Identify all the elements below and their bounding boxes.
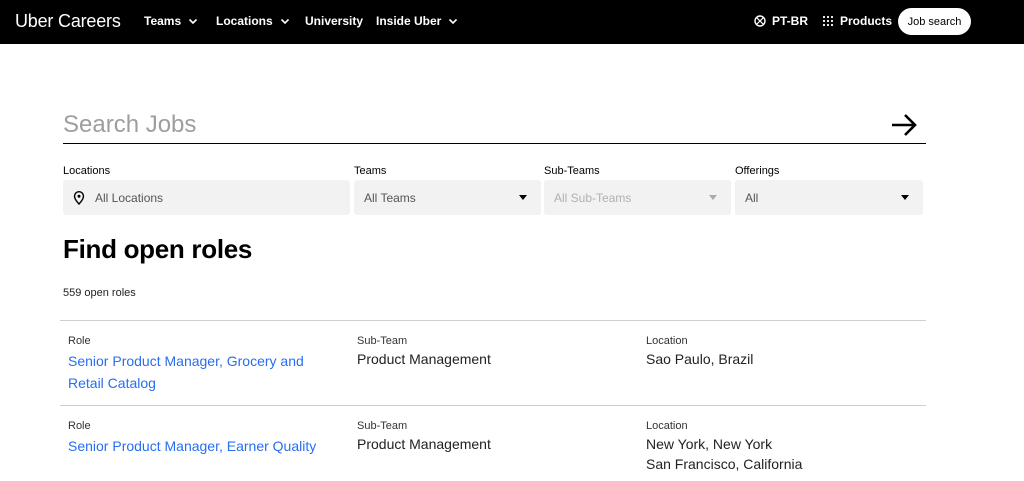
products-label: Products [840, 14, 893, 28]
locations-filter-label: Locations [63, 165, 111, 177]
nav-university-label: University [305, 14, 364, 28]
globe-icon [754, 15, 766, 27]
chevron-down-icon [280, 18, 289, 25]
subteam-header: Sub-Team [357, 335, 408, 347]
page-title: Find open roles [63, 234, 253, 264]
nav-locations-label: Locations [216, 14, 273, 28]
caret-down-icon [901, 195, 909, 200]
subteam-cell: Product Management [357, 436, 491, 452]
language-selector[interactable]: PT-BR [754, 14, 808, 28]
nav-inside-uber[interactable]: Inside Uber [376, 14, 459, 28]
caret-down-icon [709, 195, 717, 200]
subteam-header: Sub-Team [357, 420, 408, 432]
nav-teams[interactable]: Teams [144, 14, 199, 28]
role-header: Role [68, 335, 91, 347]
nav-locations[interactable]: Locations [216, 14, 291, 28]
location-header: Location [646, 420, 688, 432]
subteams-filter-value: All Sub-Teams [554, 190, 632, 205]
location-cell: New York, New York [646, 436, 773, 452]
location-cell: San Francisco, California [646, 456, 803, 472]
chevron-down-icon [449, 18, 458, 25]
nav-university[interactable]: University [305, 14, 363, 28]
locations-filter-value: All Locations [95, 190, 164, 205]
products-menu[interactable]: Products [822, 14, 892, 28]
location-pin-icon [73, 190, 85, 205]
open-roles-count: 559 open roles [63, 287, 136, 299]
subteam-cell: Product Management [357, 351, 491, 367]
role-link[interactable]: Senior Product Manager, Earner Quality [68, 435, 328, 457]
chevron-down-icon [189, 18, 198, 25]
brand-logo[interactable]: Uber Careers [15, 11, 121, 32]
top-nav: Uber Careers Teams Locations University … [0, 0, 1024, 44]
search-bar [63, 108, 926, 144]
offerings-filter-label: Offerings [735, 165, 780, 177]
caret-down-icon [519, 195, 527, 200]
teams-filter-value: All Teams [364, 190, 416, 205]
offerings-filter-value: All [745, 190, 759, 205]
offerings-filter[interactable]: All [735, 180, 923, 215]
role-header: Role [68, 420, 91, 432]
teams-filter[interactable]: All Teams [354, 180, 541, 215]
job-search-button[interactable]: Job search [898, 8, 971, 35]
locations-filter[interactable]: All Locations [63, 180, 350, 215]
search-input[interactable] [63, 108, 863, 142]
nav-inside-uber-label: Inside Uber [376, 14, 442, 28]
role-link[interactable]: Senior Product Manager, Grocery and Reta… [68, 350, 328, 394]
grid-icon [822, 15, 834, 27]
row-divider [60, 320, 926, 321]
teams-filter-label: Teams [354, 165, 387, 177]
location-cell: Sao Paulo, Brazil [646, 351, 754, 367]
arrow-right-icon[interactable] [890, 112, 918, 138]
row-divider [60, 405, 926, 406]
location-header: Location [646, 335, 688, 347]
subteams-filter-label: Sub-Teams [544, 165, 600, 177]
nav-teams-label: Teams [144, 14, 182, 28]
language-label: PT-BR [772, 14, 808, 28]
subteams-filter[interactable]: All Sub-Teams [544, 180, 731, 215]
